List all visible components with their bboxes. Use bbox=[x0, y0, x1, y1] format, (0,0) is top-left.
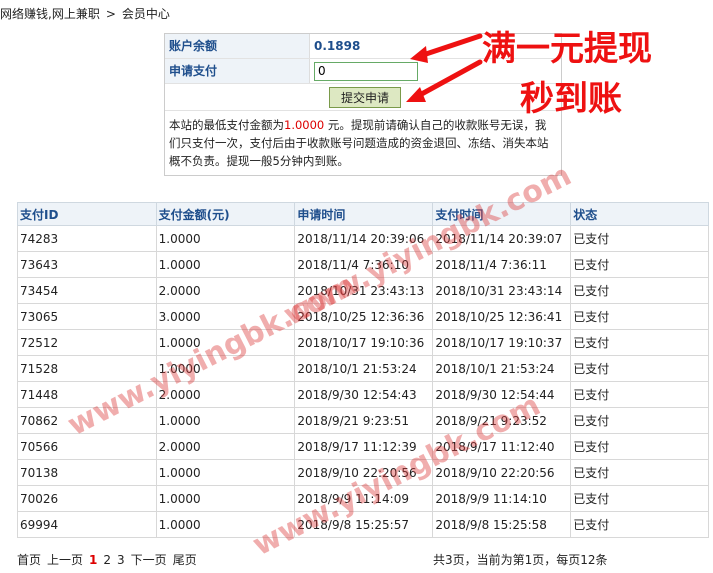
pager-page-1[interactable]: 1 bbox=[89, 553, 97, 567]
withdraw-notice: 本站的最低支付金额为1.0000 元。提现前请确认自己的收款账号无误，我们只支付… bbox=[169, 118, 549, 168]
amount-label: 申请支付 bbox=[165, 59, 310, 83]
column-header-amount: 支付金额(元) bbox=[155, 202, 296, 226]
pagination: 首页 上一页 1 2 3 下一页 尾页 共3页，当前为第1页，每页12条 bbox=[17, 551, 709, 569]
table-row: 72512 1.0000 2018/10/17 19:10:36 2018/10/17… bbox=[17, 329, 709, 356]
callout-line-2: 秒到账 bbox=[520, 79, 622, 119]
column-header-status: 状态 bbox=[570, 202, 709, 226]
column-header-id: 支付ID bbox=[17, 202, 157, 226]
pager-next-link[interactable]: 下一页 bbox=[131, 553, 167, 567]
balance-value: 0.1898 bbox=[314, 39, 361, 53]
column-header-apply-time: 申请时间 bbox=[294, 202, 434, 226]
breadcrumb-site-link[interactable]: 网络赚钱,网上兼职 bbox=[0, 7, 100, 21]
submit-row: 提交申请 bbox=[165, 84, 561, 111]
balance-label: 账户余额 bbox=[165, 34, 310, 58]
table-header-row: 支付ID 支付金额(元) 申请时间 支付时间 状态 bbox=[17, 202, 709, 226]
pager-last-link[interactable]: 尾页 bbox=[173, 553, 197, 567]
breadcrumb-current[interactable]: 会员中心 bbox=[122, 7, 170, 21]
table-row: 71528 1.0000 2018/10/1 21:53:24 2018/10/1 2… bbox=[17, 355, 709, 382]
table-row: 69994 1.0000 2018/9/8 15:25:57 2018/9/8 15:… bbox=[17, 511, 709, 538]
submit-button[interactable]: 提交申请 bbox=[329, 87, 401, 108]
table-row: 70566 2.0000 2018/9/17 11:12:39 2018/9/17 1… bbox=[17, 433, 709, 460]
minimum-amount: 1.0000 bbox=[284, 118, 325, 132]
pager-page-2[interactable]: 2 bbox=[103, 553, 111, 567]
pager-first-link[interactable]: 首页 bbox=[17, 553, 41, 567]
arrow-icon bbox=[406, 33, 483, 102]
callout-line-1: 满一元提现 bbox=[482, 29, 652, 69]
breadcrumb: 网络赚钱,网上兼职 > 会员中心 bbox=[0, 5, 170, 22]
table-row: 74283 1.0000 2018/11/14 20:39:06 2018/11/14… bbox=[17, 225, 709, 252]
table-row: 73065 3.0000 2018/10/25 12:36:36 2018/10/25… bbox=[17, 303, 709, 330]
breadcrumb-separator: > bbox=[105, 7, 116, 21]
pager-summary: 共3页，当前为第1页，每页12条 bbox=[433, 553, 608, 567]
pager-prev-link[interactable]: 上一页 bbox=[47, 553, 83, 567]
pager-page-3[interactable]: 3 bbox=[117, 553, 125, 567]
